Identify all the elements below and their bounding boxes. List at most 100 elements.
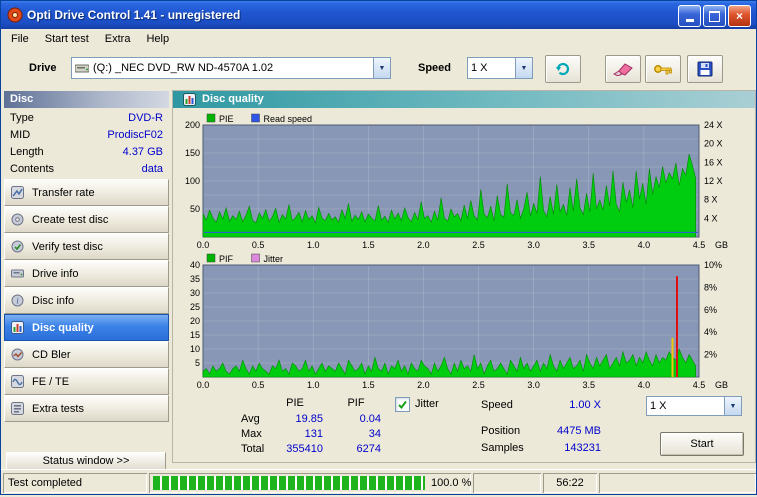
svg-text:GB: GB [715, 240, 728, 250]
statusbar-spacer-panel [473, 473, 541, 493]
svg-text:10: 10 [190, 344, 200, 354]
close-button[interactable]: × [728, 5, 751, 27]
svg-text:3.0: 3.0 [527, 240, 540, 250]
disc-panel-header: Disc [4, 91, 169, 108]
svg-text:0.0: 0.0 [197, 240, 210, 250]
app-window: { "window": { "title": "Opti Drive Contr… [0, 0, 757, 495]
disc-info-row: Type DVD-R [4, 110, 169, 127]
sidebar-item-disc-quality[interactable]: Disc quality [4, 314, 169, 341]
sidebar-item-verify-test-disc[interactable]: Verify test disc [4, 233, 169, 260]
svg-text:3.5: 3.5 [583, 380, 596, 390]
status-window-button[interactable]: Status window >> [6, 452, 166, 470]
save-button[interactable] [687, 55, 723, 83]
check-icon [398, 400, 407, 410]
svg-text:3.0: 3.0 [527, 380, 540, 390]
progress-panel: 100.0 % [149, 473, 471, 493]
svg-text:6%: 6% [704, 305, 717, 315]
refresh-button[interactable] [545, 55, 581, 83]
svg-text:10%: 10% [704, 260, 722, 270]
menu-file[interactable]: File [3, 31, 37, 47]
svg-text:Jitter: Jitter [264, 254, 284, 264]
sidebar-item-label: Extra tests [32, 402, 84, 415]
disc-info-row: MID ProdiscF02 [4, 127, 169, 144]
menu-bar: File Start test Extra Help [1, 29, 757, 48]
svg-text:PIF: PIF [219, 254, 234, 264]
maximize-button[interactable] [703, 5, 726, 27]
svg-text:15: 15 [190, 330, 200, 340]
sidebar-item-label: CD Bler [32, 348, 71, 361]
drive-select[interactable]: (Q:) _NEC DVD_RW ND-4570A 1.02 ▼ [71, 57, 391, 79]
disc-type-label: Type [10, 112, 34, 124]
start-button[interactable]: Start [660, 432, 744, 456]
window-title: Opti Drive Control 1.41 - unregistered [27, 8, 241, 22]
svg-text:40: 40 [190, 260, 200, 270]
speed-select-value: 1 X [471, 62, 488, 74]
svg-text:1.0: 1.0 [307, 380, 320, 390]
speed-label: Speed [418, 62, 452, 74]
svg-text:5: 5 [195, 358, 200, 368]
register-button[interactable] [645, 55, 681, 83]
sidebar-item-drive-info[interactable]: Drive info [4, 260, 169, 287]
svg-text:2.0: 2.0 [417, 240, 430, 250]
status-bar: Test completed 100.0 % 56:22 [1, 469, 756, 497]
menu-help[interactable]: Help [138, 31, 177, 47]
svg-text:16 X: 16 X [704, 157, 723, 167]
transfer-rate-icon [11, 186, 24, 199]
sidebar-item-label: Create test disc [32, 213, 109, 226]
verify-test-disc-icon [11, 240, 24, 253]
drive-select-value: (Q:) _NEC DVD_RW ND-4570A 1.02 [93, 62, 274, 74]
sidebar-item-label: Disc info [32, 294, 75, 307]
title-bar: Opti Drive Control 1.41 - unregistered × [1, 1, 756, 29]
minimize-button[interactable] [678, 5, 701, 27]
sidebar-item-transfer-rate[interactable]: Transfer rate [4, 179, 169, 206]
avg-pif-value: 0.04 [359, 413, 381, 425]
test-speed-arrow-icon[interactable]: ▼ [724, 397, 741, 415]
speed-select[interactable]: 1 X ▼ [467, 57, 533, 79]
svg-text:2.5: 2.5 [472, 240, 485, 250]
app-icon [7, 7, 23, 23]
elapsed-time: 56:22 [543, 473, 597, 493]
max-label: Max [241, 428, 262, 440]
pif-column-header: PIF [347, 397, 365, 409]
svg-text:2.0: 2.0 [417, 380, 430, 390]
svg-text:200: 200 [185, 120, 200, 130]
sidebar-item-disc-info[interactable]: i Disc info [4, 287, 169, 314]
svg-text:4 X: 4 X [704, 213, 718, 223]
sidebar-item-extra-tests[interactable]: Extra tests [4, 395, 169, 422]
svg-text:35: 35 [190, 274, 200, 284]
svg-text:GB: GB [715, 380, 728, 390]
progress-percent: 100.0 % [431, 477, 472, 489]
avg-pie-value: 19.85 [295, 413, 323, 425]
disc-quality-icon [11, 321, 24, 334]
svg-text:50: 50 [190, 204, 200, 214]
erase-disc-button[interactable] [605, 55, 641, 83]
total-pie-value: 355410 [286, 443, 323, 455]
eraser-icon [613, 63, 633, 76]
svg-text:12 X: 12 X [704, 176, 723, 186]
window-controls: × [678, 5, 751, 27]
speed-combo-arrow-icon[interactable]: ▼ [515, 58, 532, 78]
refresh-icon [556, 62, 570, 76]
menu-start-test[interactable]: Start test [37, 31, 97, 47]
sidebar-item-cd-bler[interactable]: CD Bler [4, 341, 169, 368]
disc-quality-header-icon [183, 93, 196, 106]
maximize-icon [709, 10, 720, 22]
test-speed-select[interactable]: 1 X ▼ [646, 396, 742, 416]
create-test-disc-icon [11, 213, 24, 226]
sidebar-item-create-test-disc[interactable]: Create test disc [4, 206, 169, 233]
progress-bar-fill [153, 476, 425, 490]
sidebar-item-label: Verify test disc [32, 240, 103, 253]
max-pie-value: 131 [304, 428, 323, 440]
total-pif-value: 6274 [356, 443, 381, 455]
jitter-checkbox[interactable] [395, 397, 410, 412]
svg-text:2.5: 2.5 [472, 380, 485, 390]
speed-stat-value: 1.00 X [569, 399, 601, 411]
pif-jitter-chart: PIF Jitter 40 35 30 25 20 15 10 5 10% 8% 6% 4% 2% 0.0 0.… [190, 253, 728, 390]
jitter-label: Jitter [415, 398, 439, 410]
drive-combo-arrow-icon[interactable]: ▼ [373, 58, 390, 78]
svg-text:Read speed: Read speed [264, 114, 313, 124]
svg-text:4.5: 4.5 [693, 240, 706, 250]
menu-extra[interactable]: Extra [97, 31, 139, 47]
sidebar-item-fe-te[interactable]: FE / TE [4, 368, 169, 395]
page-title: Disc quality [202, 93, 264, 105]
